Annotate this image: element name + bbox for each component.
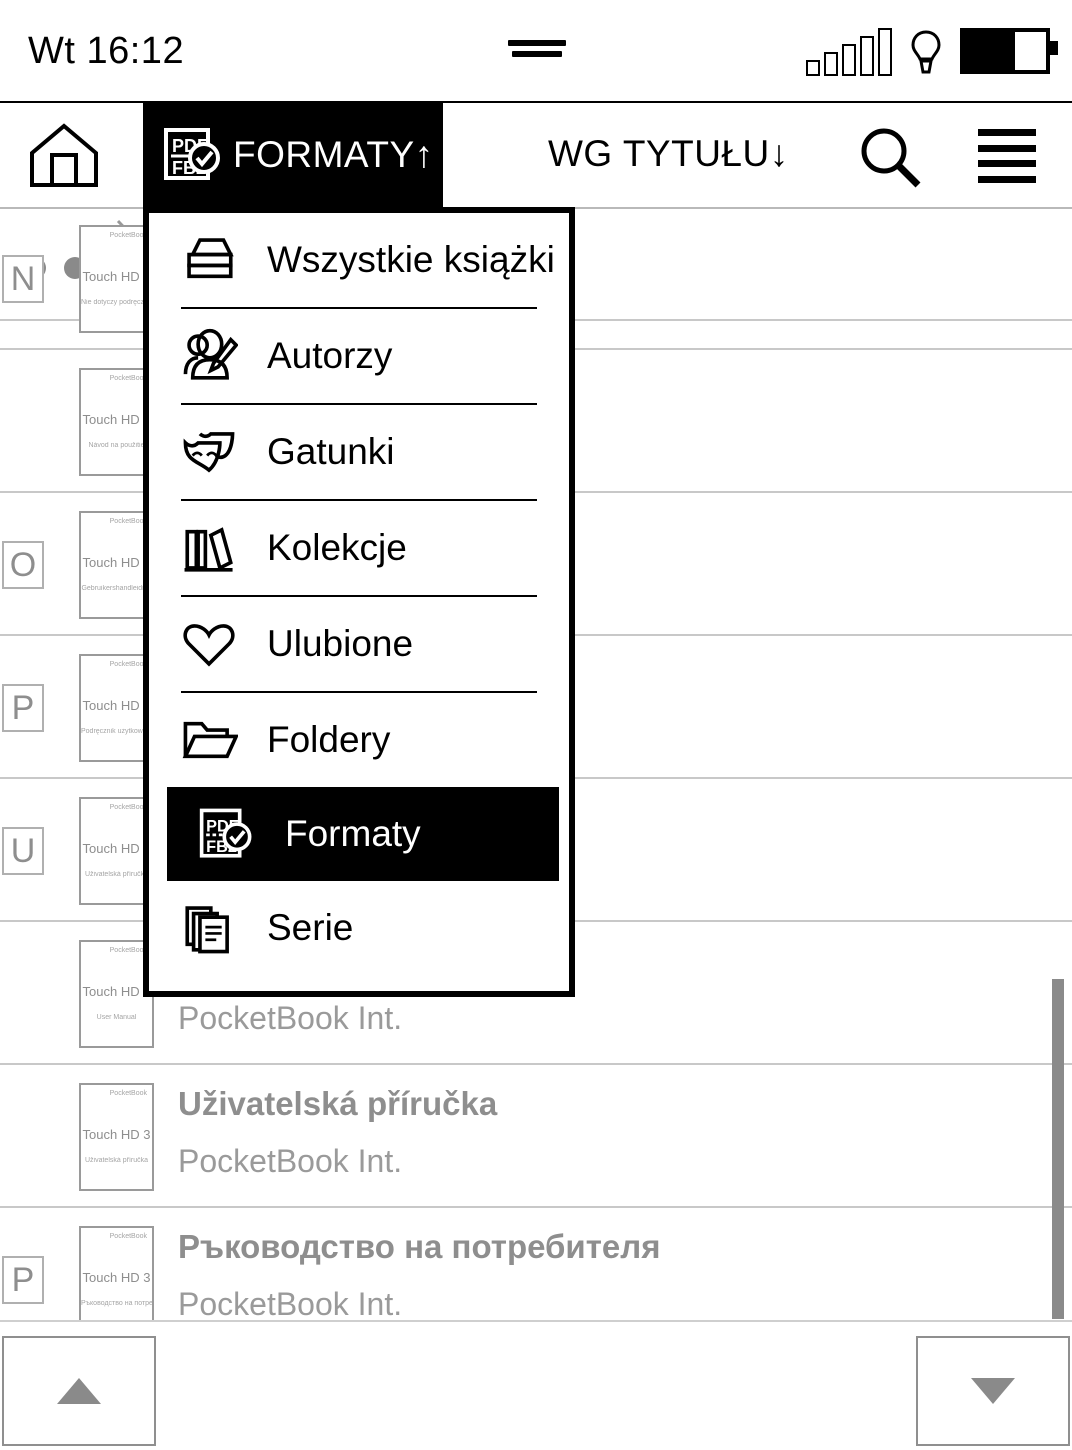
cover-brand: PocketBook [109,1090,147,1097]
sort-button[interactable]: WG TYTUŁU↓ [548,133,789,175]
status-bar-line-top [508,40,566,46]
book-cover-thumbnail: PocketBook Touch HD 3 Uživatelská příručka [79,1083,154,1191]
search-icon [858,125,922,189]
cover-subtitle: User Manual [96,1014,137,1021]
cover-brand: PocketBook [109,804,147,811]
hamburger-menu-icon [978,129,1036,136]
menu-item-foldery[interactable]: Foldery [149,693,569,787]
book-author: PocketBook Int. [178,1143,403,1179]
filter-formats-label: FORMATY↑ [233,134,434,175]
menu-item-label: Kolekcje [267,527,407,568]
menu-item-gatunki[interactable]: Gatunki [149,405,569,499]
cover-model: Touch HD 3 [82,412,151,427]
menu-item-label: Foldery [267,719,391,760]
menu-item-label: Ulubione [267,623,414,664]
book-cover-thumbnail: PocketBook Touch HD 3 Ръководство на потре… [79,1226,154,1320]
hamburger-menu-button[interactable] [978,129,1036,183]
theater-mask-icon [177,420,241,484]
book-title: Uživatelská příručka [178,1085,498,1122]
cover-subtitle: Návod na použitie [88,442,145,449]
search-button[interactable] [858,125,922,189]
battery-icon [960,28,1058,74]
bookshelf-icon [177,516,241,580]
cover-model: Touch HD 3 [82,1127,151,1142]
cover-subtitle: Uživatelská příručka [84,871,149,878]
cover-brand: PocketBook [109,947,147,954]
book-author: PocketBook Int. [178,1286,403,1320]
books-stack-icon [177,228,241,292]
book-author: PocketBook Int. [178,1000,403,1036]
cover-model: Touch HD 3 [82,698,151,713]
book-row[interactable]: PocketBook Touch HD 3 Uživatelská příručka… [0,1065,1072,1208]
menu-item-label: Serie [267,907,354,948]
cover-brand: PocketBook [109,518,147,525]
cover-model: Touch HD 3 [82,1270,151,1285]
letter-index-badge: U [2,827,44,875]
hamburger-menu-icon-line2 [978,144,1036,152]
menu-item-wszystkie-ksi-ki[interactable]: Wszystkie książki [149,213,569,307]
cover-brand: PocketBook [109,375,147,382]
letter-index-badge: P [2,1256,44,1304]
menu-item-serie[interactable]: Serie [149,881,569,975]
bottom-navigation-bar [0,1320,1072,1450]
hamburger-menu-icon-line4 [978,175,1036,183]
status-center-indicator [508,40,568,62]
vertical-scrollbar[interactable] [1052,979,1064,1319]
cover-brand: PocketBook [109,1233,147,1240]
cover-brand: PocketBook [109,661,147,668]
hamburger-menu-icon-line3 [978,160,1036,168]
book-row[interactable]: P PocketBook Touch HD 3 Ръководство на потр… [0,1208,1072,1320]
letter-index-badge: O [2,541,44,589]
library-view-dropdown[interactable]: Wszystkie książki Autorzy Gatunki Kolekcje U… [143,207,575,997]
folder-icon [177,708,241,772]
menu-item-label: Gatunki [267,431,395,472]
cover-subtitle: Nie dotyczy podręcznika [81,299,152,306]
page-down-button[interactable] [916,1336,1070,1446]
filter-formats-tab[interactable]: PDF FB2 FORMATY↑ [143,103,443,207]
menu-item-label: Formaty [285,813,421,854]
cover-brand: PocketBook [109,232,147,239]
documents-stack-icon [177,896,241,960]
triangle-down-icon [971,1378,1015,1404]
menu-item-kolekcje[interactable]: Kolekcje [149,501,569,595]
heart-icon [177,612,241,676]
cover-subtitle: Ръководство на потребителя [81,1300,152,1307]
cover-subtitle: Uživatelská příručka [84,1157,149,1164]
cover-model: Touch HD 3 [82,841,151,856]
status-clock: Wt 16:12 [28,30,185,72]
signal-bars-icon [806,28,892,76]
pdf-fb2-check-icon: PDF FB2 [195,802,259,866]
sort-label: WG TYTUŁU↓ [548,133,789,174]
toolbar: PDF FB2 FORMATY↑ WG TYTUŁU↓ [0,103,1072,209]
cover-model: Touch HD 3 [82,555,151,570]
menu-item-ulubione[interactable]: Ulubione [149,597,569,691]
status-bar: Wt 16:12 [0,0,1072,103]
lightbulb-icon[interactable] [910,30,942,76]
letter-index-badge: P [2,684,44,732]
battery-fill [964,32,1015,70]
cover-subtitle: Podręcznik użytkownika [81,728,152,735]
status-bar-line-bottom [512,51,562,57]
cover-model: Touch HD 3 [82,269,151,284]
menu-item-label: Autorzy [267,335,393,376]
triangle-up-icon [57,1378,101,1404]
menu-item-autorzy[interactable]: Autorzy [149,309,569,403]
page-up-button[interactable] [2,1336,156,1446]
menu-item-formaty[interactable]: PDF FB2 Formaty [167,787,559,881]
home-button[interactable] [28,121,100,189]
letter-index-badge: N [2,255,44,303]
status-right-group [806,26,1058,76]
book-title: Ръководство на потребителя [178,1228,661,1265]
cover-model: Touch HD 3 [82,984,151,999]
pdf-fb2-check-icon: PDF FB2 [163,126,223,184]
author-pencil-icon [177,324,241,388]
menu-item-label: Wszystkie książki [267,239,555,280]
home-icon [28,121,100,189]
cover-subtitle: Gebruikershandleiding [81,585,152,592]
